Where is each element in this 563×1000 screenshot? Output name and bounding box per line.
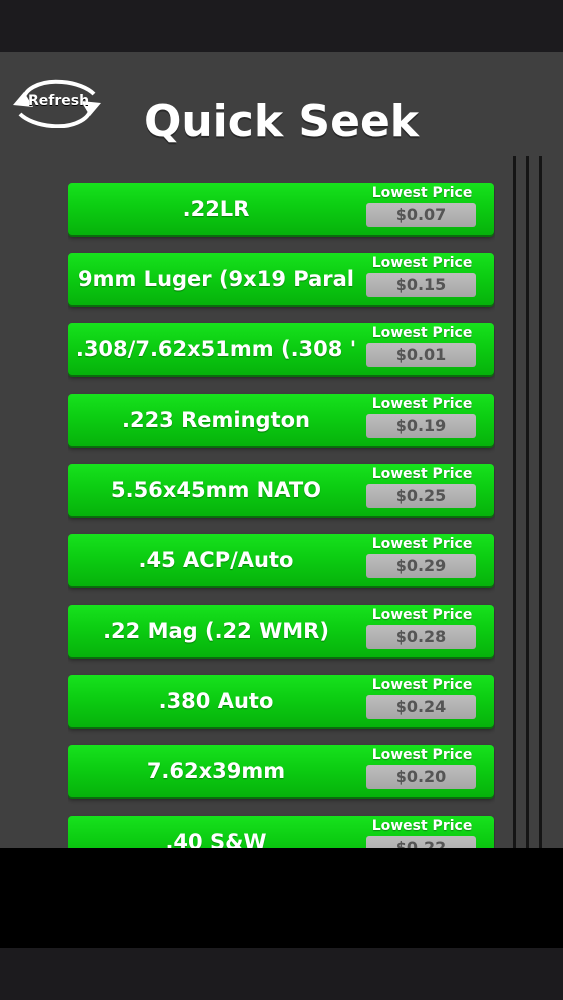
lowest-price-label: Lowest Price — [371, 536, 473, 552]
lowest-price-label: Lowest Price — [371, 818, 473, 834]
price-value: $0.22 — [366, 836, 476, 848]
scrollbar-rail — [513, 156, 516, 848]
item-name: .22LR — [182, 197, 250, 221]
lowest-price-label: Lowest Price — [371, 677, 473, 693]
lowest-price-label: Lowest Price — [371, 607, 473, 623]
item-name: 5.56x45mm NATO — [110, 478, 322, 502]
lowest-price-label: Lowest Price — [371, 466, 473, 482]
scrollbar-rail — [526, 156, 529, 848]
price-value: $0.19 — [366, 414, 476, 438]
list-item[interactable]: .22 Mag (.22 WMR) Lowest Price $0.28 — [68, 605, 494, 657]
item-name: .223 Remington — [121, 408, 310, 432]
list-item[interactable]: .40 S&W Lowest Price $0.22 — [68, 816, 494, 848]
item-name: 9mm Luger (9x19 Paral — [78, 267, 354, 291]
price-value: $0.29 — [366, 554, 476, 578]
list-item[interactable]: 7.62x39mm Lowest Price $0.20 — [68, 745, 494, 797]
price-value: $0.20 — [366, 765, 476, 789]
item-name: .380 Auto — [158, 689, 274, 713]
list-item[interactable]: 9mm Luger (9x19 Paral Lowest Price $0.15 — [68, 253, 494, 305]
list-item[interactable]: .308/7.62x51mm (.308 ' Lowest Price $0.0… — [68, 323, 494, 375]
list-item[interactable]: .223 Remington Lowest Price $0.19 — [68, 394, 494, 446]
price-value: $0.25 — [366, 484, 476, 508]
list-item[interactable]: .380 Auto Lowest Price $0.24 — [68, 675, 494, 727]
item-name: .22 Mag (.22 WMR) — [103, 619, 329, 643]
lowest-price-label: Lowest Price — [371, 747, 473, 763]
scrollbar-rail — [539, 156, 542, 848]
list-item[interactable]: .22LR Lowest Price $0.07 — [68, 183, 494, 235]
item-name: .40 S&W — [165, 830, 267, 848]
lowest-price-label: Lowest Price — [371, 255, 473, 271]
price-value: $0.28 — [366, 625, 476, 649]
list-item[interactable]: .45 ACP/Auto Lowest Price $0.29 — [68, 534, 494, 586]
item-name: .308/7.62x51mm (.308 ' — [75, 337, 357, 361]
list-item[interactable]: 5.56x45mm NATO Lowest Price $0.25 — [68, 464, 494, 516]
quick-seek-screen: Refresh Quick Seek .22LR Lowest Price $0… — [0, 52, 563, 848]
ammo-list[interactable]: .22LR Lowest Price $0.07 9mm Luger (9x19… — [68, 183, 495, 848]
price-value: $0.15 — [366, 273, 476, 297]
item-name: .45 ACP/Auto — [138, 548, 294, 572]
navigation-bar — [0, 848, 563, 1000]
lowest-price-label: Lowest Price — [371, 185, 473, 201]
status-bar — [0, 0, 563, 52]
lowest-price-label: Lowest Price — [371, 396, 473, 412]
scrollbar[interactable] — [512, 156, 544, 848]
lowest-price-label: Lowest Price — [371, 325, 473, 341]
price-value: $0.07 — [366, 203, 476, 227]
price-value: $0.01 — [366, 343, 476, 367]
page-title: Quick Seek — [143, 96, 420, 147]
price-value: $0.24 — [366, 695, 476, 719]
navigation-strip — [0, 948, 563, 1000]
item-name: 7.62x39mm — [146, 759, 286, 783]
